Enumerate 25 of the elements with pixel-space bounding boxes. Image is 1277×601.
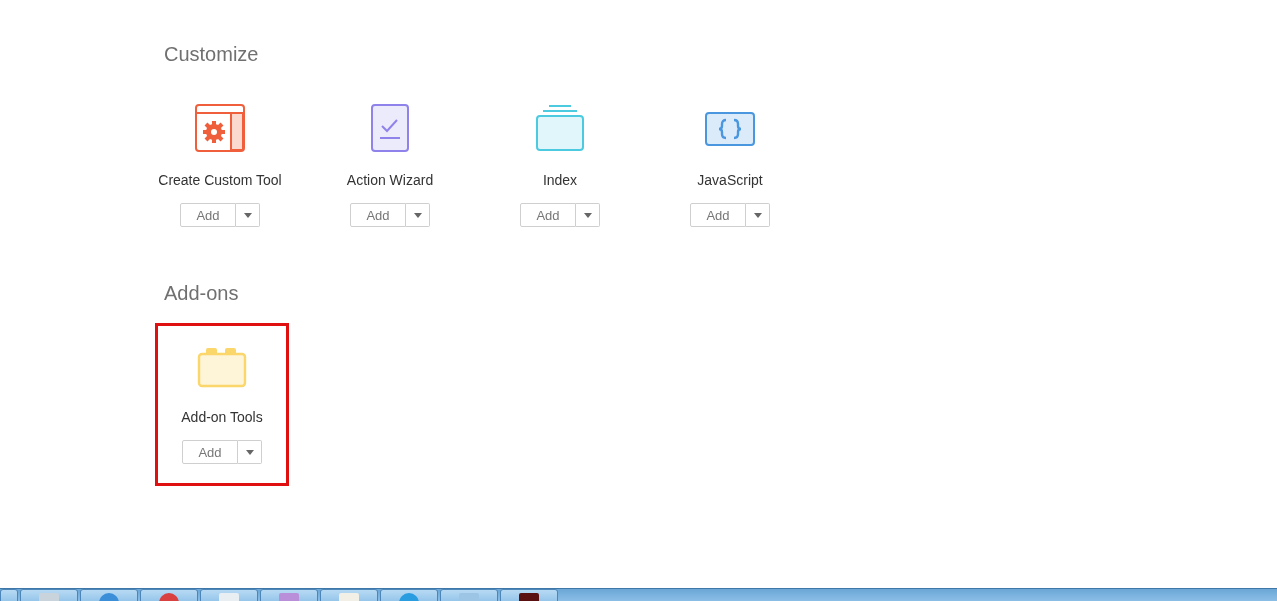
taskbar-button[interactable] xyxy=(500,589,558,601)
dropdown-button[interactable] xyxy=(238,440,262,464)
add-button[interactable]: Add xyxy=(350,203,406,227)
gear-window-icon xyxy=(195,104,245,154)
stacked-folder-icon xyxy=(535,104,585,154)
add-button[interactable]: Add xyxy=(520,203,576,227)
tool-label: Add-on Tools xyxy=(181,409,263,425)
dropdown-button[interactable] xyxy=(406,203,430,227)
dropdown-button[interactable] xyxy=(576,203,600,227)
section-heading: Customize xyxy=(164,42,260,67)
add-button[interactable]: Add xyxy=(180,203,236,227)
caret-icon xyxy=(243,212,252,218)
caret-icon xyxy=(753,212,762,218)
tool-label: Action Wizard xyxy=(346,172,434,188)
tool-label: Index xyxy=(542,172,578,188)
caret-icon xyxy=(245,449,254,455)
caret-icon xyxy=(413,212,422,218)
tool-label: JavaScript xyxy=(697,172,763,188)
add-button[interactable]: Add xyxy=(182,440,238,464)
dropdown-button[interactable] xyxy=(746,203,770,227)
tool-label: Create Custom Tool xyxy=(158,172,282,188)
dropdown-button[interactable] xyxy=(236,203,260,227)
caret-icon xyxy=(583,212,592,218)
section-heading: Add-ons xyxy=(164,281,240,306)
add-button[interactable]: Add xyxy=(690,203,746,227)
